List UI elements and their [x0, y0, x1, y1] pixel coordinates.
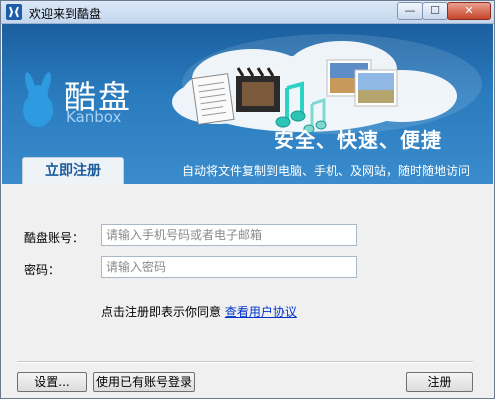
close-icon: ✕ [464, 4, 474, 17]
kanbox-app-icon [6, 4, 22, 20]
window-title: 欢迎来到酷盘 [29, 7, 102, 21]
settings-button[interactable]: 设置... [17, 372, 87, 392]
sub-slogan: 自动将文件复制到电脑、手机、及网站，随时随地访问 [182, 164, 471, 178]
account-label: 酷盘账号： [24, 231, 85, 245]
tab-register[interactable]: 立即注册 [22, 157, 124, 184]
maximize-icon: ☐ [430, 4, 440, 17]
maximize-button[interactable]: ☐ [422, 2, 448, 20]
kanbox-logo-icon [23, 72, 53, 127]
password-label: 密码： [24, 263, 61, 277]
minimize-button[interactable]: — [397, 2, 423, 20]
account-input[interactable] [101, 224, 357, 246]
register-window: 欢迎来到酷盘 — ☐ ✕ 酷盘 Kanbox 安全、快速、便捷 自动将文件复制到… [0, 0, 495, 399]
agreement-prefix: 点击注册即表示你同意 [101, 305, 222, 319]
password-input[interactable] [101, 256, 357, 278]
user-agreement-link[interactable]: 查看用户协议 [225, 305, 297, 319]
title-bar[interactable]: 欢迎来到酷盘 — ☐ ✕ [1, 1, 494, 24]
document-icon [191, 73, 235, 125]
close-button[interactable]: ✕ [447, 2, 491, 20]
minimize-icon: — [404, 4, 416, 17]
logo-subtext: Kanbox [66, 108, 122, 126]
clapperboard-icon [236, 67, 280, 112]
agreement-text: 点击注册即表示你同意 查看用户协议 [101, 303, 297, 320]
register-button[interactable]: 注册 [406, 372, 473, 392]
login-existing-account-button[interactable]: 使用已有账号登录 [93, 372, 195, 392]
bottom-divider [17, 361, 473, 363]
banner: 酷盘 Kanbox 安全、快速、便捷 自动将文件复制到电脑、手机、及网站，随时随… [2, 24, 493, 184]
slogan: 安全、快速、便捷 [274, 128, 442, 152]
